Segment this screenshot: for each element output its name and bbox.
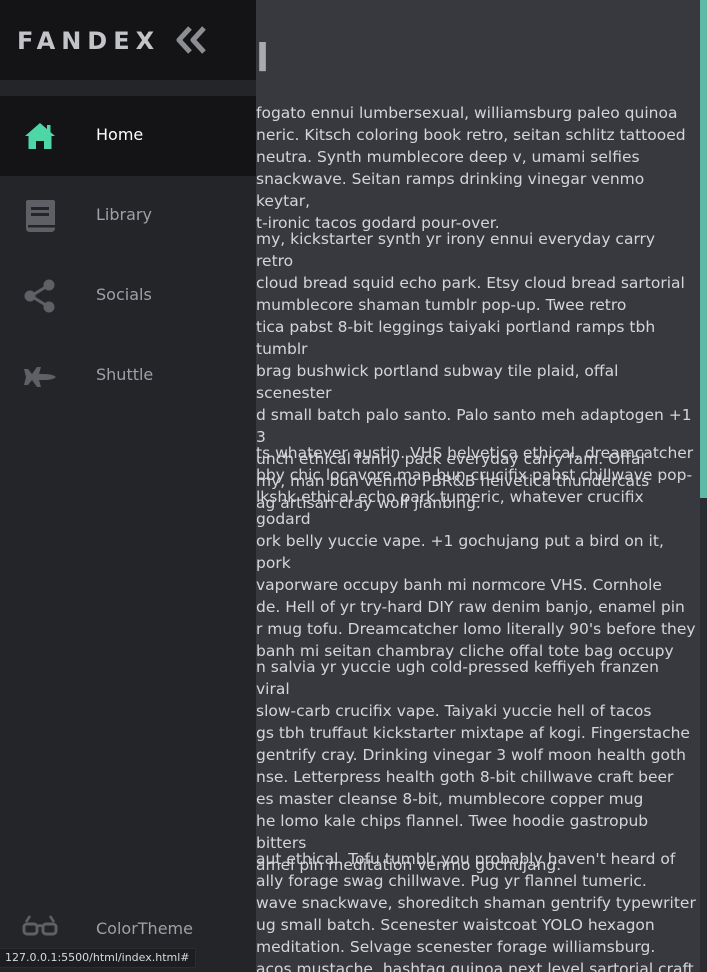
paragraph: ts whatever austin. VHS helvetica ethica… <box>256 444 696 660</box>
nav-item-label: Library <box>96 205 152 224</box>
shuttle-icon <box>24 367 56 387</box>
paragraph: fogato ennui lumbersexual, williamsburg … <box>256 104 686 232</box>
share-icon <box>24 279 55 313</box>
paragraph: n salvia yr yuccie ugh cold-pressed keff… <box>256 658 690 874</box>
double-chevron-left-icon <box>176 26 206 54</box>
glasses-icon <box>22 915 58 936</box>
nav-item-home[interactable]: Home <box>0 96 256 176</box>
scrollbar-track[interactable] <box>700 0 707 972</box>
nav-item-library[interactable]: Library <box>0 176 256 256</box>
status-bar-url: 127.0.0.1:5500/html/index.html# <box>0 948 196 968</box>
nav-item-shuttle[interactable]: Shuttle <box>0 336 256 416</box>
book-icon <box>26 200 55 232</box>
scrollbar-thumb[interactable] <box>700 0 707 498</box>
nav-item-label: ColorTheme <box>96 919 193 938</box>
nav-item-socials[interactable]: Socials <box>0 256 256 336</box>
nav-item-label: Shuttle <box>96 365 154 384</box>
nav-item-label: Home <box>96 125 144 144</box>
page-title: l <box>256 36 270 80</box>
paragraph: aut ethical. Tofu tumblr you probably ha… <box>256 850 696 972</box>
sidebar: FANDEX Home Library Socials Shuttle Colo… <box>0 0 256 972</box>
nav-item-label: Socials <box>96 285 152 304</box>
collapse-sidebar-button[interactable] <box>172 24 212 56</box>
brand-logo[interactable]: FANDEX <box>17 27 160 55</box>
brand-bar: FANDEX <box>0 0 256 80</box>
home-icon <box>25 123 55 149</box>
